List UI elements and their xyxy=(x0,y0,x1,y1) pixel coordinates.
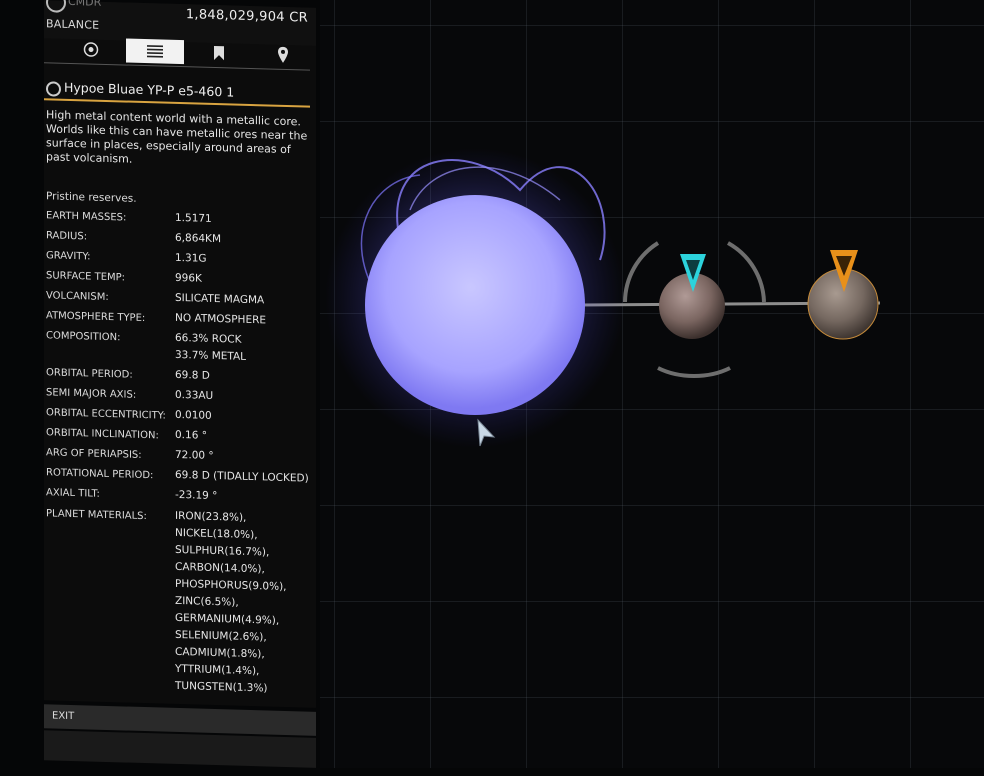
bookmark-icon xyxy=(214,45,224,61)
stat-label: SURFACE TEMP: xyxy=(46,270,126,284)
stat-value: NO ATMOSPHERE xyxy=(175,311,267,327)
stat-value: 0.16 ° xyxy=(175,428,207,442)
stat-label: AXIAL TILT: xyxy=(46,487,100,500)
stat-value: 996K xyxy=(175,271,202,285)
stat-label: VOLCANISM: xyxy=(46,290,109,304)
body-info-panel: CMDR BALANCE 1,848,029,904 CR Hypoe Blua… xyxy=(36,0,318,776)
stat-value: IRON(23.8%), NICKEL(18.0%), SULPHUR(16.7… xyxy=(175,509,287,695)
panel-base xyxy=(44,730,316,768)
reserves-status: Pristine reserves. xyxy=(46,190,137,205)
stat-value: -23.19 ° xyxy=(175,488,218,503)
body-name: Hypoe Bluae YP-P e5-460 1 xyxy=(64,79,235,100)
header-subtitle: CMDR xyxy=(68,0,102,9)
stat-value: 1.31G xyxy=(175,251,207,265)
exit-label: EXIT xyxy=(52,710,75,723)
stat-value: 72.00 ° xyxy=(175,448,214,462)
stat-label: GRAVITY: xyxy=(46,250,91,263)
stat-label: COMPOSITION: xyxy=(46,330,121,344)
planet-2[interactable] xyxy=(807,268,879,340)
balance-value: 1,848,029,904 CR xyxy=(185,7,308,26)
list-icon xyxy=(147,45,163,58)
body-description: High metal content world with a metallic… xyxy=(46,108,308,166)
commander-icon xyxy=(46,0,66,13)
stat-value: 0.0100 xyxy=(175,408,212,422)
stat-value: 0.33AU xyxy=(175,388,214,402)
target-icon xyxy=(83,42,99,57)
map-pin-icon xyxy=(278,46,288,63)
stat-label: RADIUS: xyxy=(46,230,88,243)
stat-value: 1.5171 xyxy=(175,211,212,225)
tab-target[interactable] xyxy=(62,37,120,63)
stat-value: SILICATE MAGMA xyxy=(175,291,265,307)
stat-value: 6,864KM xyxy=(175,231,222,246)
tab-info[interactable] xyxy=(126,38,184,65)
stat-label: EARTH MASSES: xyxy=(46,210,127,224)
stat-value: 69.8 D xyxy=(175,368,210,382)
planet-icon xyxy=(46,81,61,97)
balance-label: BALANCE xyxy=(46,17,100,32)
stat-value: 66.3% ROCK 33.7% METAL xyxy=(175,331,247,363)
tab-bookmarks[interactable] xyxy=(190,40,248,66)
tab-map-pin[interactable] xyxy=(254,42,312,68)
star[interactable] xyxy=(325,148,625,448)
